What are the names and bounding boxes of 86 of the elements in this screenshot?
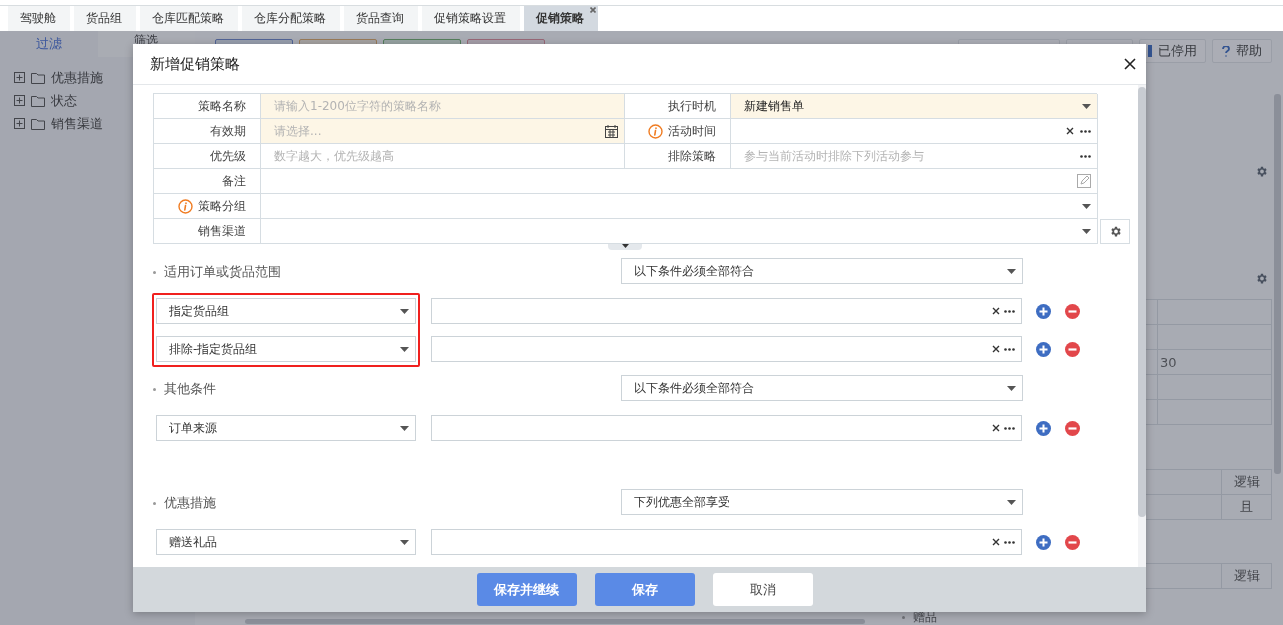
add-icon[interactable] (1036, 303, 1051, 319)
clear-icon[interactable] (992, 307, 1000, 315)
condition-value-field[interactable] (431, 529, 1022, 555)
tab[interactable]: 促销策略 (524, 6, 598, 31)
tab[interactable]: 货品组 (74, 6, 136, 31)
remove-icon[interactable] (1065, 341, 1080, 357)
list-item: 赠品 (913, 611, 937, 623)
scrollbar-thumb[interactable] (1138, 87, 1146, 517)
add-icon[interactable] (1036, 341, 1051, 357)
more-icon[interactable] (1004, 309, 1015, 313)
settings-icon[interactable] (1255, 165, 1268, 178)
match-mode-select[interactable]: 以下条件必须全部符合 (621, 258, 1023, 284)
section-title: 优惠措施 (164, 494, 216, 512)
dialog-title: 新增促销策略 (150, 54, 240, 74)
info-icon (178, 198, 193, 214)
collapse-handle[interactable] (608, 244, 642, 250)
expand-icon[interactable] (14, 95, 25, 106)
caret-icon (1007, 385, 1016, 391)
column-header: 逻辑 (1222, 564, 1272, 589)
info-icon (648, 123, 663, 139)
close-icon[interactable] (1124, 58, 1136, 70)
caret-icon (400, 308, 409, 314)
field-label: 策略分组 (154, 194, 261, 219)
tab[interactable]: 货品查询 (344, 6, 418, 31)
condition-value-field[interactable] (431, 298, 1022, 324)
clear-icon[interactable] (992, 538, 1000, 546)
toggle-icon (1148, 45, 1152, 57)
more-icon[interactable] (1080, 129, 1091, 133)
more-icon[interactable] (1004, 347, 1015, 351)
caret-icon (400, 425, 409, 431)
settings-icon[interactable] (1255, 272, 1268, 285)
scrollbar-thumb[interactable] (1274, 94, 1281, 474)
calendar-icon[interactable] (605, 124, 618, 138)
more-icon[interactable] (1080, 154, 1091, 158)
tab[interactable]: 促销策略设置 (422, 6, 520, 31)
edit-icon[interactable] (1077, 174, 1091, 188)
remove-icon[interactable] (1065, 534, 1080, 550)
condition-select[interactable]: 指定货品组 (156, 298, 416, 324)
caret-icon (400, 346, 409, 352)
form-field[interactable] (261, 194, 1098, 219)
form-field[interactable] (731, 119, 1098, 144)
caret-icon (1007, 499, 1016, 505)
folder-icon (31, 94, 45, 107)
field-label: 活动时间 (625, 119, 731, 144)
caret-icon (1082, 228, 1091, 234)
settings-button[interactable] (1100, 219, 1130, 244)
clear-icon[interactable] (1066, 127, 1074, 135)
form-field[interactable]: 新建销售单 (731, 94, 1098, 119)
section-title: 适用订单或货品范围 (164, 263, 281, 281)
scrollbar-thumb[interactable] (245, 619, 865, 624)
folder-icon (31, 117, 45, 130)
section-title: 其他条件 (164, 380, 216, 398)
toolbar-button[interactable]: 已停用 (1139, 39, 1206, 63)
remove-icon[interactable] (1065, 303, 1080, 319)
tab[interactable]: 仓库匹配策略 (140, 6, 238, 31)
column-header: 逻辑 (1222, 470, 1272, 495)
condition-value-field[interactable] (431, 336, 1022, 362)
clear-icon[interactable] (992, 424, 1000, 432)
help-icon (1222, 45, 1230, 57)
form-field[interactable] (261, 169, 1098, 194)
table-cell: 30 (1158, 350, 1272, 375)
condition-select[interactable]: 排除-指定货品组 (156, 336, 416, 362)
remove-icon[interactable] (1065, 420, 1080, 436)
expand-icon[interactable] (14, 118, 25, 129)
condition-value-field[interactable] (431, 415, 1022, 441)
add-icon[interactable] (1036, 534, 1051, 550)
tab[interactable]: 驾驶舱 (8, 6, 70, 31)
condition-select[interactable]: 赠送礼品 (156, 529, 416, 555)
caret-icon (1082, 203, 1091, 209)
toolbar-button[interactable]: 帮助 (1212, 39, 1272, 63)
clear-icon[interactable] (992, 345, 1000, 353)
table-cell: 且 (1222, 495, 1272, 520)
tab[interactable]: 仓库分配策略 (242, 6, 340, 31)
more-icon[interactable] (1004, 426, 1015, 430)
more-icon[interactable] (1004, 540, 1015, 544)
condition-select[interactable]: 订单来源 (156, 415, 416, 441)
caret-icon (1007, 268, 1016, 274)
match-mode-select[interactable]: 下列优惠全部享受 (621, 489, 1023, 515)
caret-icon (1082, 103, 1091, 109)
caret-icon (400, 539, 409, 545)
form-field[interactable] (261, 219, 1098, 244)
dialog-button[interactable]: 取消 (712, 573, 813, 606)
expand-icon[interactable] (14, 72, 25, 83)
match-mode-select[interactable]: 以下条件必须全部符合 (621, 375, 1023, 401)
folder-icon (31, 71, 45, 84)
add-icon[interactable] (1036, 420, 1051, 436)
